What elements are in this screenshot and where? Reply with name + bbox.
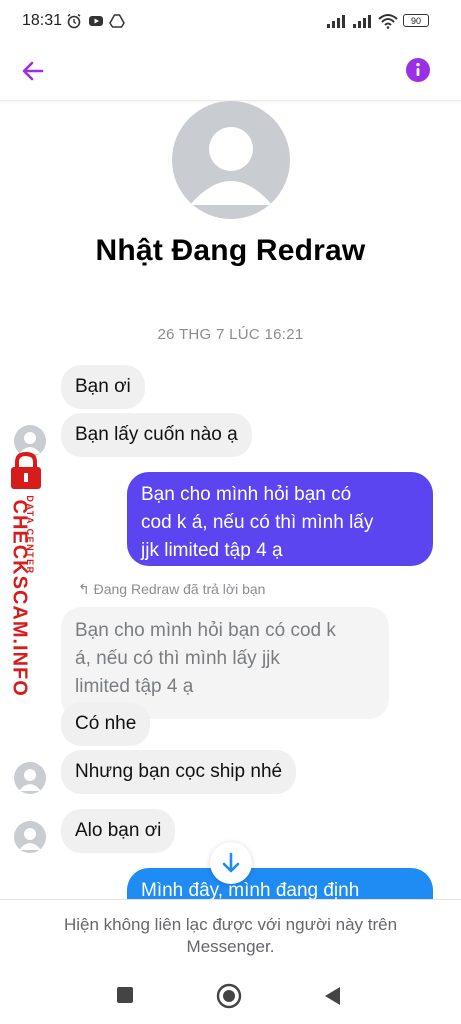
home-icon[interactable] bbox=[216, 983, 242, 1009]
incoming-message[interactable]: Nhưng bạn cọc ship nhé bbox=[61, 750, 297, 794]
youtube-icon bbox=[89, 16, 103, 26]
chat-header bbox=[0, 44, 461, 101]
reply-arrow-icon: ↰ bbox=[78, 581, 90, 597]
battery-indicator: 90 bbox=[403, 14, 429, 27]
signal-icon-2 bbox=[353, 15, 371, 28]
notice-line: Hiện không liên lạc được với người này t… bbox=[63, 915, 398, 934]
signal-icon-1 bbox=[327, 15, 345, 28]
quoted-line: á, nếu có thì mình lấy jjk bbox=[75, 648, 280, 669]
profile-name: Nhật Đang Redraw bbox=[95, 234, 366, 267]
wifi-icon bbox=[378, 14, 398, 29]
incoming-message[interactable]: Bạn lấy cuốn nào ạ bbox=[61, 413, 252, 457]
quoted-line: Bạn cho mình hỏi bạn có cod k bbox=[75, 620, 336, 641]
default-avatar-icon bbox=[19, 769, 41, 791]
profile-avatar[interactable] bbox=[172, 101, 290, 219]
message-timestamp: 26 THG 7 LÚC 16:21 bbox=[157, 326, 304, 343]
incoming-message[interactable]: Có nhe bbox=[61, 702, 151, 746]
info-icon[interactable] bbox=[405, 57, 431, 83]
incoming-message[interactable]: Bạn ơi bbox=[61, 365, 145, 409]
default-avatar-icon bbox=[19, 828, 41, 850]
status-bar: 18:31 90 bbox=[0, 0, 461, 44]
unavailable-notice: Hiện không liên lạc được với người này t… bbox=[30, 914, 431, 958]
message-line: Bạn cho mình hỏi bạn có bbox=[141, 484, 352, 505]
drive-icon bbox=[109, 14, 125, 28]
arrow-down-icon bbox=[222, 852, 240, 873]
arrow-left-icon[interactable] bbox=[20, 58, 46, 84]
watermark-subtext: DATA CENTER bbox=[25, 495, 35, 575]
alarm-icon bbox=[67, 13, 81, 29]
incoming-message[interactable]: Alo bạn ơi bbox=[61, 809, 176, 853]
message-line: cod k á, nếu có thì mình lấy bbox=[141, 512, 374, 533]
sender-avatar[interactable] bbox=[14, 821, 46, 853]
sender-avatar[interactable] bbox=[14, 762, 46, 794]
outgoing-message[interactable]: Bạn cho mình hỏi bạn có cod k á, nếu có … bbox=[127, 472, 433, 566]
status-time: 18:31 bbox=[22, 12, 63, 29]
reply-note-text: Đang Redraw đã trả lời bạn bbox=[93, 581, 266, 597]
scroll-down-button[interactable] bbox=[210, 842, 252, 884]
message-line: jjk limited tập 4 ạ bbox=[141, 540, 283, 561]
notice-line: Messenger. bbox=[186, 937, 275, 956]
quoted-line: limited tập 4 ạ bbox=[75, 676, 194, 697]
default-avatar-icon bbox=[190, 127, 272, 205]
system-nav-bar bbox=[0, 969, 461, 1024]
back-nav-icon[interactable] bbox=[322, 985, 342, 1007]
reply-indicator: ↰ Đang Redraw đã trả lời bạn bbox=[78, 581, 265, 598]
recents-icon[interactable] bbox=[115, 985, 135, 1005]
